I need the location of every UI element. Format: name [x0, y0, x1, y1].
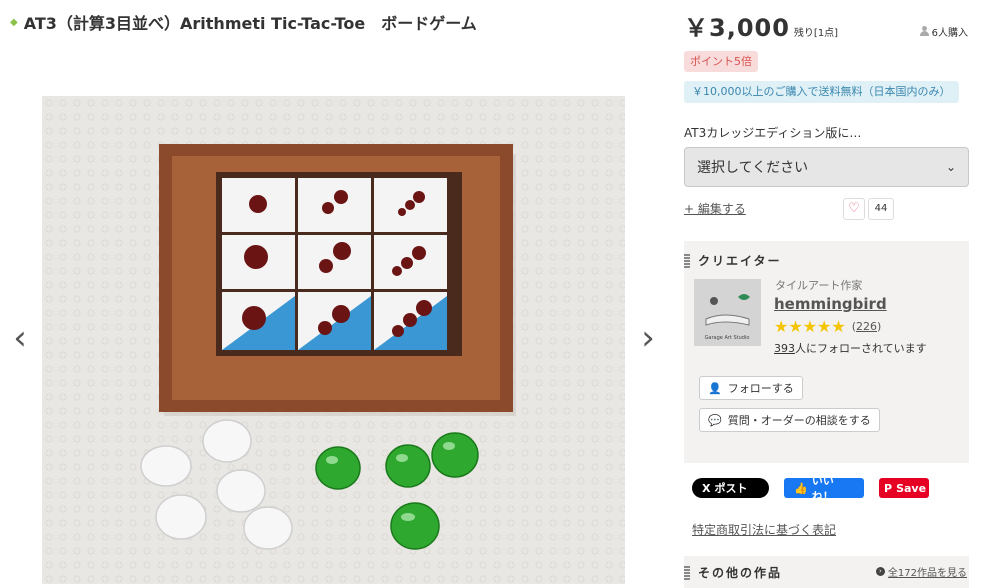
share-facebook-button[interactable]: 👍 いいね！ — [784, 474, 864, 503]
favorite-button[interactable]: ♡ — [843, 198, 865, 220]
share-row: X ポスト 👍 いいね！ P Save — [692, 474, 929, 503]
follow-button-label: フォローする — [727, 382, 794, 395]
creator-avatar[interactable]: Garage Art Studio — [694, 279, 761, 346]
product-title: ◆ AT3（計算3目並べ）Arithmeti Tic-Tac-Toe ボードゲー… — [10, 10, 477, 34]
creator-section-header: クリエイター — [684, 252, 782, 269]
points-badge: ポイント5倍 — [684, 51, 758, 72]
review-close: ) — [877, 320, 882, 333]
section-bar-icon — [684, 253, 690, 268]
consult-button[interactable]: 💬 質問・オーダーの相談をする — [699, 408, 880, 432]
share-facebook-label: いいね！ — [811, 474, 834, 503]
product-photo — [42, 96, 625, 584]
shipping-badge: ￥10,000以上のご購入で送料無料（日本国内のみ） — [684, 81, 959, 103]
person-icon — [919, 26, 929, 36]
buyer-count: 6人購入 — [919, 24, 968, 39]
product-image — [42, 96, 625, 584]
share-pinterest-label: Save — [896, 481, 927, 495]
option-select-value: 選択してください — [697, 160, 809, 176]
chevron-down-icon: ⌄ — [945, 160, 956, 174]
heart-icon: ♡ — [848, 201, 860, 216]
price-row: ￥3,000 残り[1点] 6人購入 — [684, 8, 968, 43]
share-x-button[interactable]: X ポスト — [692, 478, 769, 498]
pinterest-logo-icon: P — [884, 481, 893, 495]
share-x-label: ポスト — [714, 482, 748, 495]
creator-type: タイルアート作家 — [775, 279, 863, 292]
speech-bubble-icon: 💬 — [708, 413, 722, 427]
arrow-right-icon: › — [875, 567, 885, 576]
option-label: AT3カレッジエディション版に… — [684, 126, 862, 140]
star-rating-icon: ★★★★★ — [774, 317, 846, 336]
creator-panel: クリエイター Garage Art Studio タイルアート作家 hemmin… — [684, 241, 969, 463]
creator-name-link[interactable]: hemmingbird — [774, 295, 887, 313]
legal-notice-link[interactable]: 特定商取引法に基づく表記 — [692, 521, 836, 538]
product-title-text: AT3（計算3目並べ）Arithmeti Tic-Tac-Toe ボードゲーム — [23, 14, 477, 33]
consult-button-label: 質問・オーダーの相談をする — [727, 414, 871, 427]
creator-avatar-image: Garage Art Studio — [694, 279, 761, 346]
edit-link[interactable]: + 編集する — [684, 200, 746, 217]
section-bar-icon — [684, 565, 690, 580]
thumbs-up-icon: 👍 — [794, 481, 808, 495]
gallery-next-button[interactable]: › — [636, 318, 660, 358]
follow-button[interactable]: 👤 フォローする — [699, 376, 803, 400]
rating-stars: ★★★★★ (226) — [774, 317, 881, 336]
other-works-title: その他の作品 — [698, 566, 783, 580]
review-count-link[interactable]: 226 — [856, 320, 877, 333]
gallery-prev-button[interactable]: ‹ — [8, 318, 32, 358]
price: ￥3,000 — [684, 14, 790, 42]
review-count: (226) — [852, 320, 882, 333]
add-user-icon: 👤 — [708, 381, 722, 395]
other-works-header: その他の作品 — [684, 564, 782, 581]
stock-count: 残り[1点] — [793, 28, 839, 39]
follower-count-link[interactable]: 393 — [774, 342, 795, 355]
other-works-panel: その他の作品 › 全172作品を見る — [684, 556, 969, 588]
option-select[interactable]: 選択してください ⌄ — [684, 147, 969, 187]
diamond-icon: ◆ — [10, 16, 18, 28]
follower-count: 393人にフォローされています — [774, 340, 927, 356]
see-all-label: 全172作品を見る — [887, 568, 967, 579]
x-logo-icon: X — [702, 481, 711, 495]
favorite-count: 44 — [868, 198, 894, 220]
creator-section-title: クリエイター — [698, 254, 782, 268]
creator-avatar-caption: Garage Art Studio — [705, 335, 750, 341]
follower-count-text: 人にフォローされています — [795, 342, 927, 355]
share-pinterest-button[interactable]: P Save — [879, 478, 929, 498]
buyer-count-text: 6人購入 — [931, 27, 968, 39]
see-all-link[interactable]: › 全172作品を見る — [875, 564, 967, 579]
